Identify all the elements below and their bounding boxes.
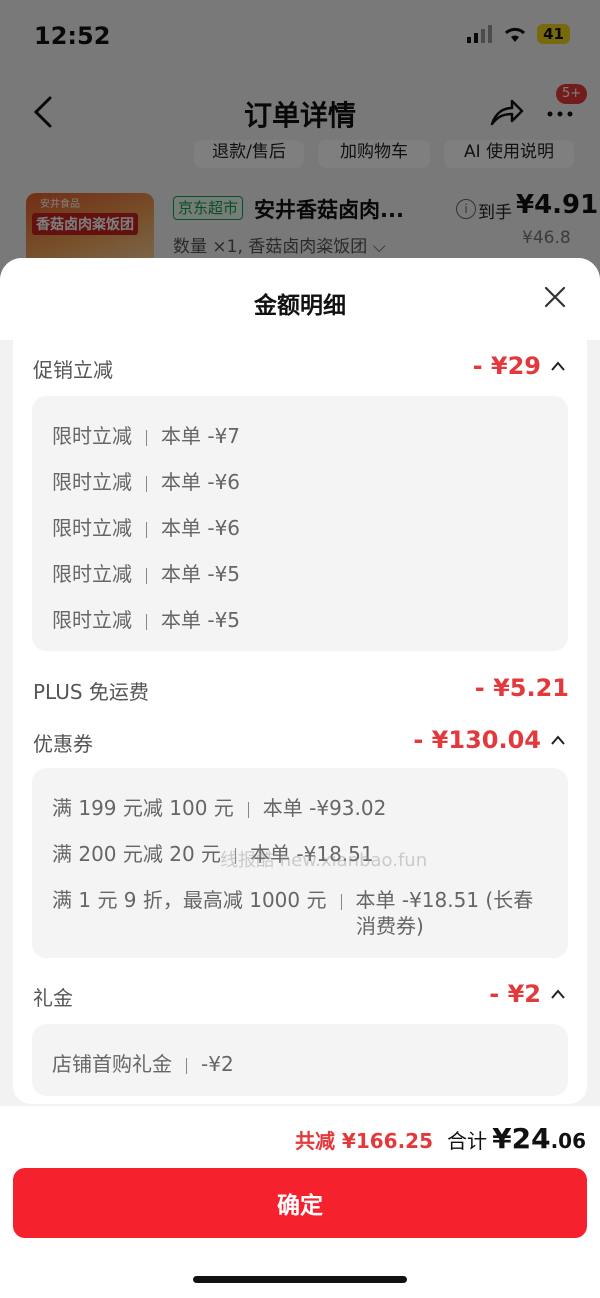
- chevron-up-icon: [551, 361, 565, 371]
- amount-detail-sheet: 金额明细 促销立减 - ¥29 限时立减 本单 -¥7 限时立减 本单 -¥6 限时…: [0, 258, 600, 1298]
- gift-amount: - ¥2: [489, 980, 541, 1008]
- sheet-title: 金额明细: [254, 293, 346, 319]
- sum-label: 合计: [447, 1129, 488, 1153]
- list-item-continued: 消费券): [356, 914, 424, 938]
- watermark: 线报酷 new.xianbao.fun: [220, 850, 428, 871]
- chevron-up-icon: [551, 735, 565, 745]
- list-item: 限时立减 本单 -¥7: [52, 424, 241, 448]
- sheet-header: 金额明细: [0, 258, 600, 340]
- list-item: 限时立减 本单 -¥5: [52, 608, 241, 632]
- total-summary: 共减 ¥166.25 合计 ¥24.06: [295, 1122, 586, 1155]
- promo-amount: - ¥29: [472, 352, 541, 380]
- coupon-amount: - ¥130.04: [413, 726, 541, 754]
- promo-title: 促销立减: [33, 358, 113, 382]
- gift-detail-box: 店铺首购礼金 -¥2: [32, 1024, 568, 1096]
- close-icon[interactable]: [540, 282, 570, 312]
- total-saved: 共减 ¥166.25: [294, 1129, 434, 1153]
- coupon-toggle[interactable]: - ¥130.04: [413, 726, 565, 754]
- list-item: 满 199 元减 100 元本单 -¥93.02: [52, 796, 387, 820]
- shipping-title: PLUS 免运费: [33, 680, 149, 704]
- shipping-amount: - ¥5.21: [474, 674, 569, 702]
- sheet-footer: 共减 ¥166.25 合计 ¥24.06 确定: [0, 1106, 600, 1298]
- coupon-title: 优惠券: [33, 732, 93, 756]
- modal-overlay[interactable]: [0, 0, 600, 300]
- list-item: 满 1 元 9 折，最高减 1000 元本单 -¥18.51 (长春: [52, 888, 534, 912]
- sum-decimal: .06: [550, 1129, 586, 1153]
- list-item: 限时立减 本单 -¥6: [52, 470, 241, 494]
- list-item: 限时立减 本单 -¥6: [52, 516, 241, 540]
- promo-toggle[interactable]: - ¥29: [473, 352, 565, 380]
- home-indicator[interactable]: [193, 1276, 407, 1283]
- sum-integer: ¥24: [492, 1122, 551, 1155]
- gift-title: 礼金: [33, 986, 73, 1010]
- chevron-up-icon: [551, 989, 565, 999]
- discount-card: 促销立减 - ¥29 限时立减 本单 -¥7 限时立减 本单 -¥6 限时立减 本单 …: [13, 340, 587, 1104]
- list-item: 店铺首购礼金 -¥2: [52, 1052, 234, 1076]
- total-sum: 合计 ¥24.06: [447, 1122, 586, 1155]
- list-item: 限时立减 本单 -¥5: [52, 562, 241, 586]
- promo-detail-box: 限时立减 本单 -¥7 限时立减 本单 -¥6 限时立减 本单 -¥6 限时立减 本单 …: [32, 396, 568, 651]
- gift-toggle[interactable]: - ¥2: [489, 980, 565, 1008]
- confirm-button[interactable]: 确定: [13, 1168, 587, 1238]
